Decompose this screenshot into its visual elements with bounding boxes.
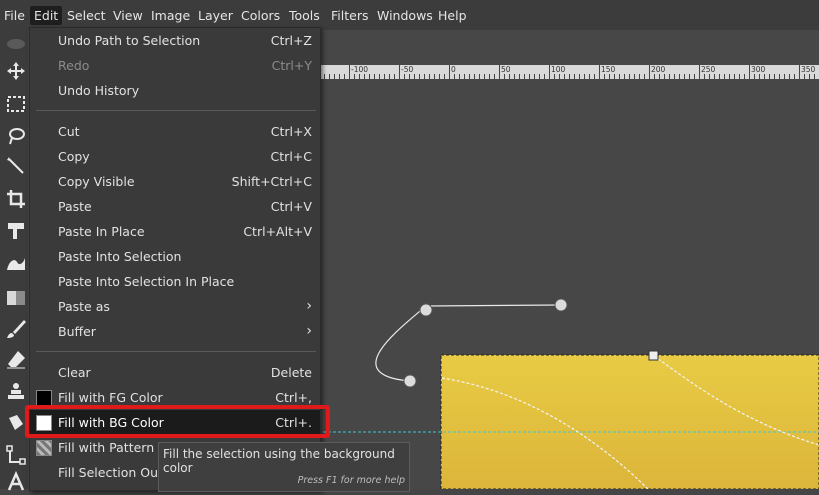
lasso-tool-icon[interactable] xyxy=(5,125,27,147)
pattern-swatch-icon xyxy=(36,440,52,456)
path-anchor xyxy=(554,298,568,312)
menu-separator xyxy=(36,351,316,352)
menu-item-copy[interactable]: Copy Ctrl+C xyxy=(30,144,320,169)
menu-edit[interactable]: Edit xyxy=(30,6,63,25)
menu-item-copy-visible[interactable]: Copy Visible Shift+Ctrl+C xyxy=(30,169,320,194)
menu-item-cut[interactable]: Cut Ctrl+X xyxy=(30,119,320,144)
warp-transform-tool-icon[interactable] xyxy=(5,252,27,274)
eraser-tool-icon[interactable] xyxy=(5,348,27,370)
menu-item-redo: Redo Ctrl+Y xyxy=(58,58,312,73)
unified-transform-tool-icon[interactable] xyxy=(5,220,27,242)
path-handle xyxy=(648,350,659,361)
tooltip: Fill the selection using the background … xyxy=(158,442,410,492)
menubar: File Edit Select View Image Layer Colors… xyxy=(0,0,819,30)
menu-item-paste-into-selection[interactable]: Paste Into Selection xyxy=(30,244,320,269)
menu-windows[interactable]: Windows xyxy=(373,6,437,25)
menu-file[interactable]: File xyxy=(0,6,29,25)
path-anchor xyxy=(419,303,433,317)
menu-separator xyxy=(36,110,316,111)
menu-item-paste-in-place[interactable]: Paste In Place Ctrl+Alt+V xyxy=(30,219,320,244)
rect-select-tool-icon[interactable] xyxy=(5,93,27,115)
submenu-arrow-icon: › xyxy=(306,298,312,314)
menu-item-buffer[interactable]: Buffer › xyxy=(30,319,320,344)
menu-image[interactable]: Image xyxy=(147,6,194,25)
gimp-logo-icon xyxy=(5,32,27,54)
paths-tool-icon[interactable] xyxy=(5,444,27,466)
menu-item-paste-as[interactable]: Paste as › xyxy=(30,294,320,319)
gradient-tool-icon[interactable] xyxy=(5,287,27,309)
menu-item-clear[interactable]: Clear Delete xyxy=(30,360,320,385)
fg-color-swatch-icon xyxy=(36,390,52,406)
tooltip-hint: Press F1 for more help xyxy=(297,475,405,486)
submenu-arrow-icon: › xyxy=(306,323,312,339)
menu-tools[interactable]: Tools xyxy=(285,6,324,25)
menu-item-undo[interactable]: Undo Path to Selection Ctrl+Z xyxy=(30,28,320,53)
menu-help[interactable]: Help xyxy=(434,6,471,25)
image-canvas-area[interactable]: -100 -50 0 50 100 150 200 250 300 350 xyxy=(318,30,819,489)
path-stroke xyxy=(425,304,562,307)
highlight-annotation xyxy=(25,405,330,438)
paintbrush-tool-icon[interactable] xyxy=(5,318,27,340)
menu-layer[interactable]: Layer xyxy=(194,6,237,25)
menu-item-paste[interactable]: Paste Ctrl+V xyxy=(30,194,320,219)
tooltip-text: Fill the selection using the background … xyxy=(163,447,395,475)
move-tool-icon[interactable] xyxy=(5,60,27,82)
canvas-drawing xyxy=(318,298,819,489)
toolbox xyxy=(0,30,28,491)
smudge-tool-icon[interactable] xyxy=(5,412,27,434)
path-anchor xyxy=(403,374,417,388)
clone-tool-icon[interactable] xyxy=(5,380,27,402)
menu-item-paste-into-selection-in-place[interactable]: Paste Into Selection In Place xyxy=(30,269,320,294)
menu-item-undo-history[interactable]: Undo History xyxy=(30,78,320,103)
image-layer xyxy=(441,355,819,489)
fuzzy-select-tool-icon[interactable] xyxy=(5,155,27,177)
menu-filters[interactable]: Filters xyxy=(327,6,372,25)
menu-select[interactable]: Select xyxy=(63,6,110,25)
path-stroke xyxy=(375,305,427,382)
menu-colors[interactable]: Colors xyxy=(237,6,284,25)
menu-view[interactable]: View xyxy=(109,6,147,25)
crop-tool-icon[interactable] xyxy=(5,188,27,210)
